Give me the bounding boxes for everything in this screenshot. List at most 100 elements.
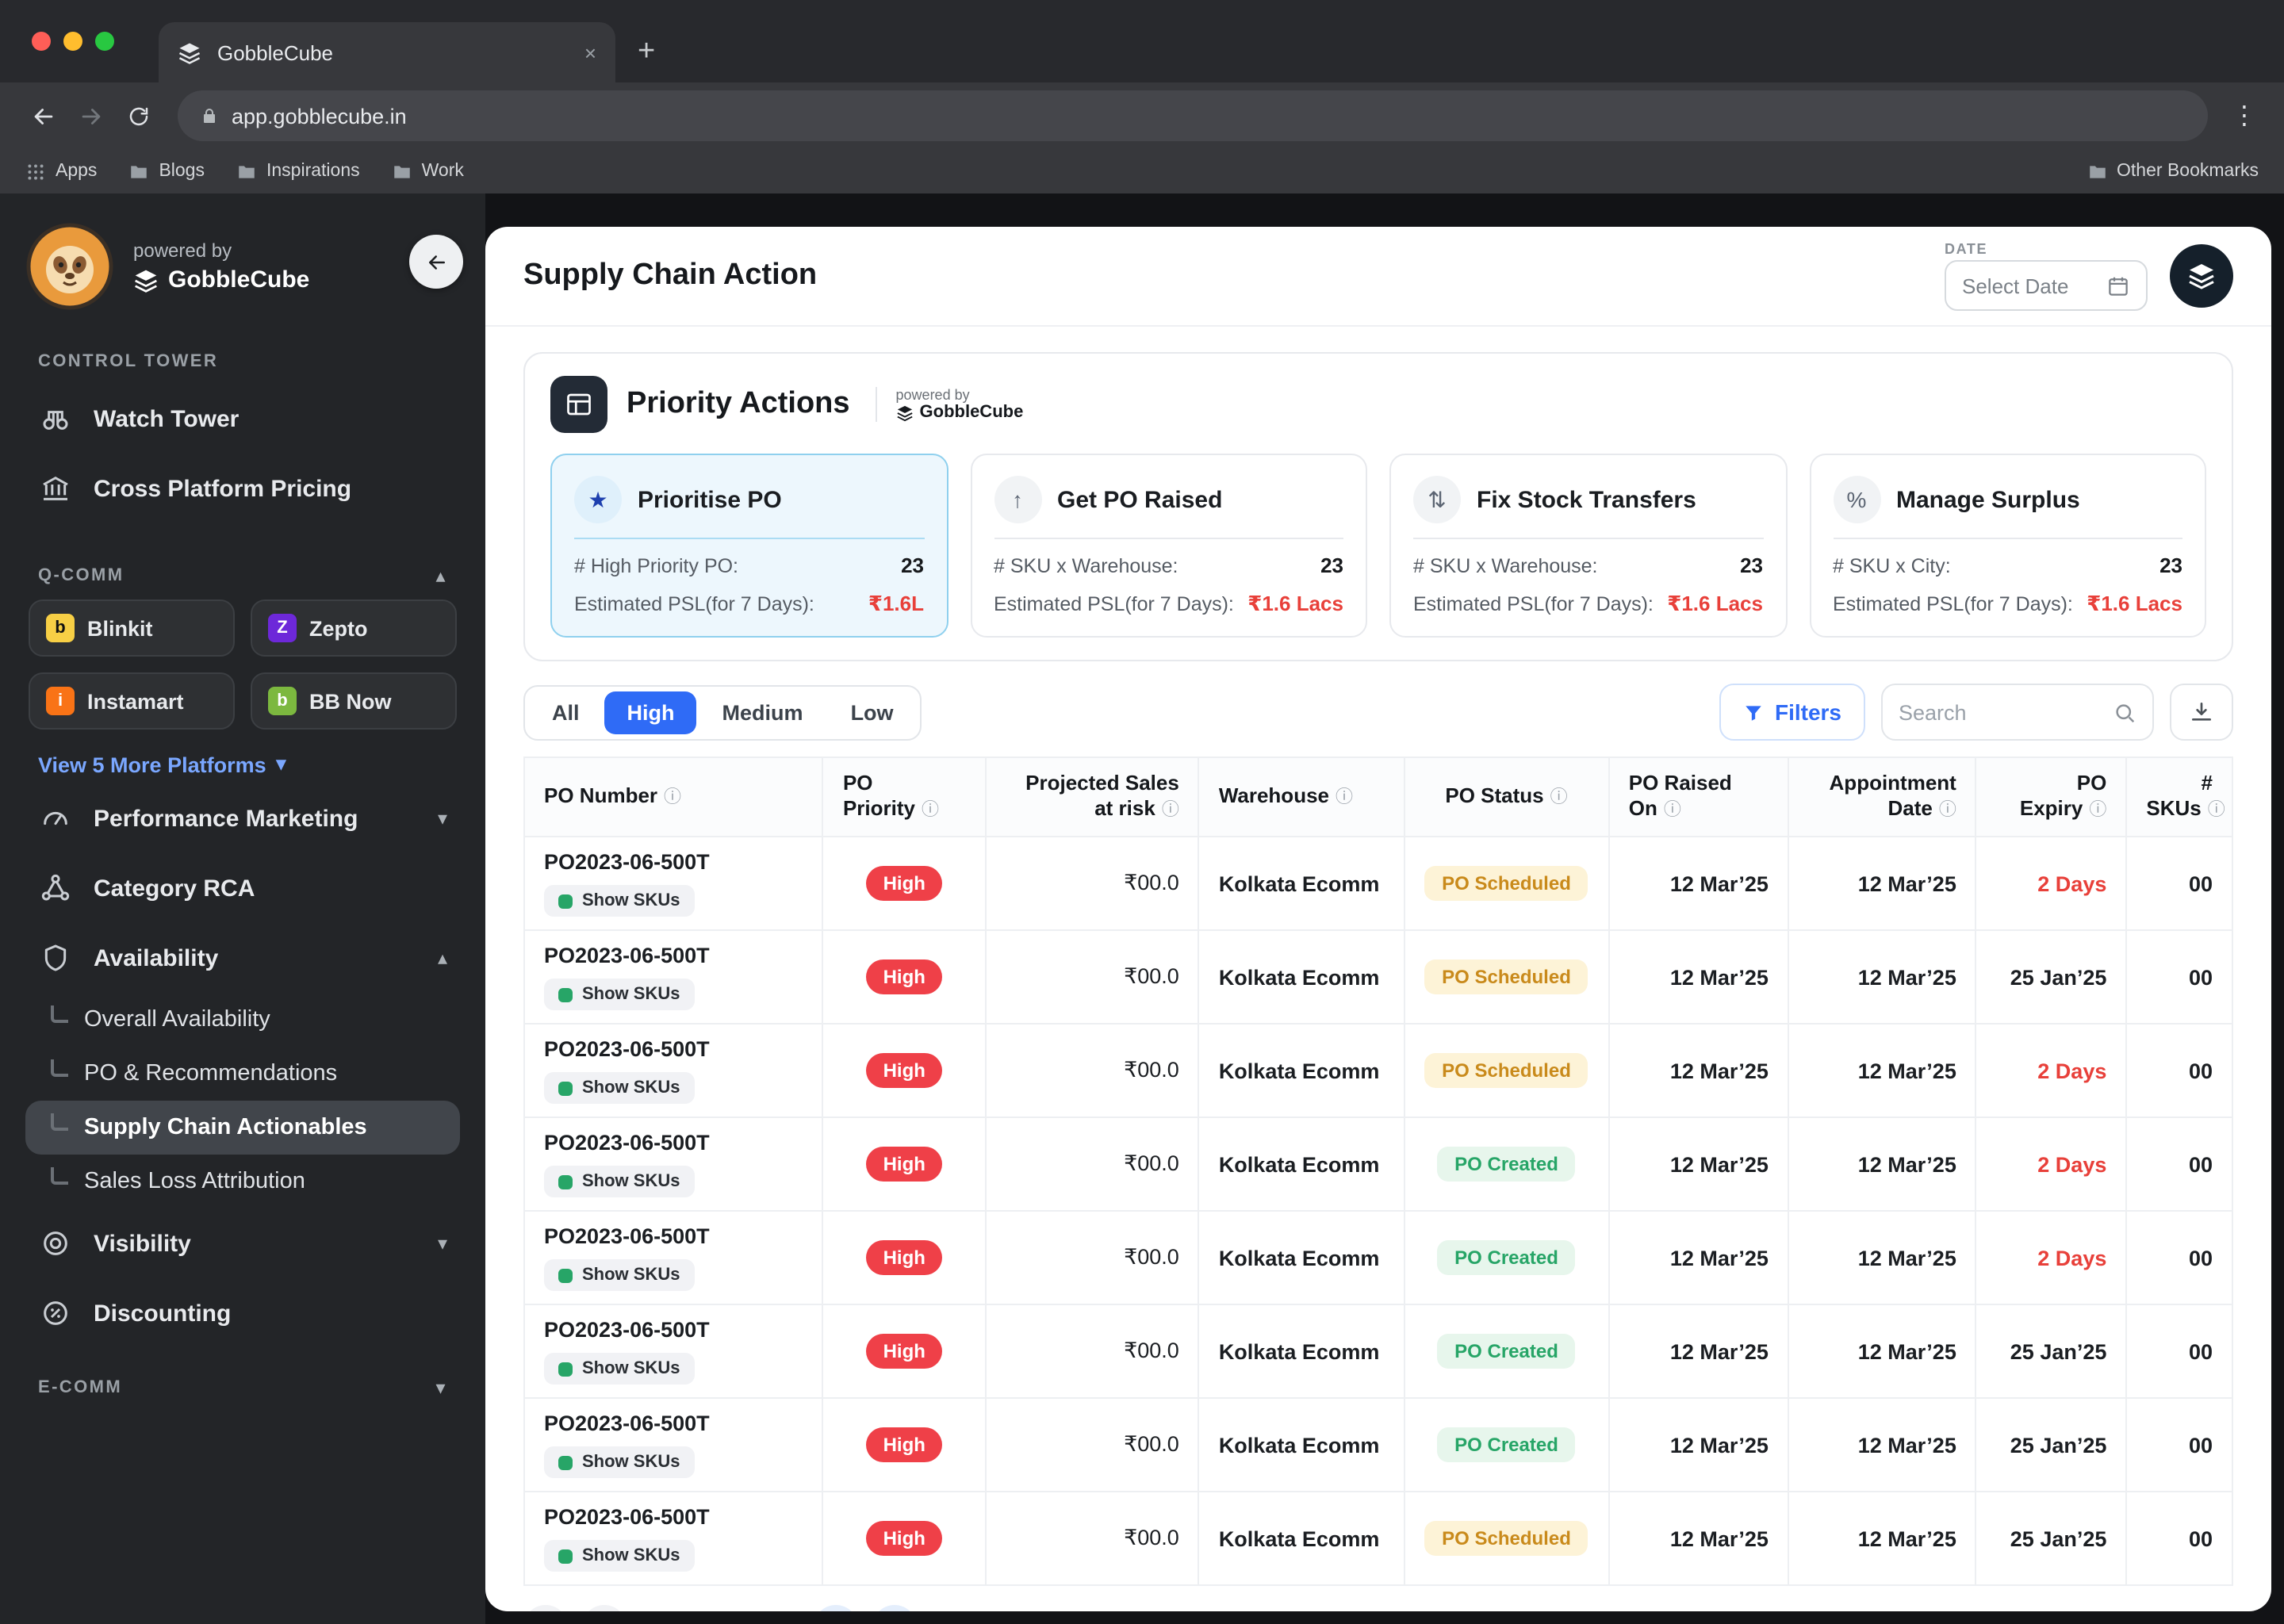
other-bookmarks[interactable]: Other Bookmarks bbox=[2087, 161, 2259, 182]
show-skus-button[interactable]: Show SKUs bbox=[544, 1353, 695, 1385]
date-picker-input[interactable]: Select Date bbox=[1945, 260, 2148, 311]
po-number: PO2023-06-500T bbox=[544, 1411, 710, 1435]
sidebar-item-category-rca[interactable]: Category RCA bbox=[25, 853, 460, 923]
platform-zepto[interactable]: Z Zepto bbox=[251, 599, 457, 657]
minimize-window-button[interactable] bbox=[63, 32, 82, 51]
priority-badge: High bbox=[865, 1334, 943, 1369]
sidebar-item-visibility[interactable]: Visibility ▾ bbox=[25, 1208, 460, 1278]
sidebar-item-po-recommendations[interactable]: PO & Recommendations bbox=[25, 1047, 460, 1101]
gobblecube-favicon-icon bbox=[178, 40, 201, 64]
tab-high[interactable]: High bbox=[604, 691, 697, 733]
sidebar-item-performance-marketing[interactable]: Performance Marketing ▾ bbox=[25, 783, 460, 853]
sloth-avatar bbox=[25, 222, 114, 311]
section-ecomm[interactable]: E-COMM ▾ bbox=[38, 1377, 447, 1399]
show-skus-button[interactable]: Show SKUs bbox=[544, 1540, 695, 1572]
show-skus-button[interactable]: Show SKUs bbox=[544, 1446, 695, 1478]
show-skus-button[interactable]: Show SKUs bbox=[544, 885, 695, 917]
sku-count: 00 bbox=[2125, 1304, 2233, 1399]
search-box[interactable] bbox=[1881, 684, 2154, 741]
brand-name: GobbleCube bbox=[919, 403, 1024, 422]
sidebar-item-cross-platform-pricing[interactable]: Cross Platform Pricing bbox=[25, 454, 460, 523]
browser-tab[interactable]: GobbleCube × bbox=[159, 22, 615, 82]
sku-icon bbox=[558, 1455, 573, 1469]
show-skus-button[interactable]: Show SKUs bbox=[544, 1166, 695, 1197]
tree-elbow-icon bbox=[51, 1113, 68, 1130]
gobblecube-fab-button[interactable] bbox=[2170, 244, 2233, 308]
projected-sales: ₹00.0 bbox=[984, 1304, 1200, 1399]
stat-label: Estimated PSL(for 7 Days): bbox=[1413, 593, 1654, 615]
bookmark-work[interactable]: Work bbox=[392, 161, 464, 182]
card-prioritise-po[interactable]: ★ Prioritise PO # High Priority PO: 23 Es… bbox=[550, 454, 948, 638]
stat-value: 23 bbox=[2159, 553, 2182, 577]
projected-sales: ₹00.0 bbox=[984, 1210, 1200, 1305]
show-skus-button[interactable]: Show SKUs bbox=[544, 979, 695, 1010]
close-window-button[interactable] bbox=[32, 32, 51, 51]
prev-page-button[interactable]: ‹ bbox=[582, 1605, 627, 1611]
info-icon[interactable]: ⓘ bbox=[1550, 788, 1568, 807]
sidebar-item-discounting[interactable]: Discounting bbox=[25, 1278, 460, 1348]
platform-blinkit[interactable]: b Blinkit bbox=[29, 599, 235, 657]
view-more-platforms-link[interactable]: View 5 More Platforms ▾ bbox=[38, 752, 447, 777]
forward-icon[interactable] bbox=[67, 92, 114, 140]
sidebar-item-supply-chain-actionables[interactable]: Supply Chain Actionables bbox=[25, 1101, 460, 1155]
sidebar-item-availability[interactable]: Availability ▴ bbox=[25, 923, 460, 993]
tab-medium[interactable]: Medium bbox=[700, 691, 826, 733]
po-number: PO2023-06-500T bbox=[544, 1224, 710, 1248]
po-raised-on: 12 Mar’25 bbox=[1608, 836, 1789, 931]
info-icon[interactable]: ⓘ bbox=[1336, 788, 1353, 807]
info-icon[interactable]: ⓘ bbox=[2089, 802, 2106, 821]
platform-instamart[interactable]: i Instamart bbox=[29, 672, 235, 730]
first-page-button[interactable]: « bbox=[523, 1605, 568, 1611]
bookmark-inspirations[interactable]: Inspirations bbox=[236, 161, 360, 182]
appointment-date: 12 Mar’25 bbox=[1787, 1116, 1977, 1212]
table-row: PO2023-06-500T Show SKUs High ₹00.0 Kolkata … bbox=[523, 1491, 2233, 1586]
section-qcomm[interactable]: Q-COMM ▴ bbox=[38, 565, 447, 587]
column-header: PO Status ⓘ bbox=[1403, 756, 1610, 837]
platform-bbnow[interactable]: b BB Now bbox=[251, 672, 457, 730]
show-skus-button[interactable]: Show SKUs bbox=[544, 1072, 695, 1104]
card-fix-stock-transfers[interactable]: ⇅ Fix Stock Transfers # SKU x Warehouse:… bbox=[1389, 454, 1787, 638]
bookmark-label: Apps bbox=[56, 162, 98, 181]
address-bar[interactable]: app.gobblecube.in bbox=[178, 90, 2208, 141]
last-page-button[interactable]: » bbox=[813, 1605, 858, 1611]
po-table-wrap: PO Number ⓘ PO Priority ⓘ Projected Sales at… bbox=[523, 756, 2233, 1586]
bookmark-blogs[interactable]: Blogs bbox=[128, 161, 205, 182]
sku-icon bbox=[558, 1081, 573, 1095]
info-icon[interactable]: ⓘ bbox=[922, 802, 939, 821]
sidebar-item-watch-tower[interactable]: Watch Tower bbox=[25, 384, 460, 454]
next-page-button[interactable]: › bbox=[872, 1605, 917, 1611]
appointment-date: 12 Mar’25 bbox=[1787, 1210, 1977, 1305]
maximize-window-button[interactable] bbox=[95, 32, 114, 51]
info-icon[interactable]: ⓘ bbox=[1162, 802, 1179, 821]
info-icon[interactable]: ⓘ bbox=[2208, 802, 2225, 821]
tab-low[interactable]: Low bbox=[829, 691, 916, 733]
info-icon[interactable]: ⓘ bbox=[664, 788, 681, 807]
powered-by-badge: powered by GobbleCube bbox=[875, 387, 1024, 422]
tab-all[interactable]: All bbox=[530, 691, 602, 733]
download-button[interactable] bbox=[2170, 684, 2233, 741]
status-badge: PO Scheduled bbox=[1424, 866, 1588, 901]
card-get-po-raised[interactable]: ↑ Get PO Raised # SKU x Warehouse: 23 Est… bbox=[970, 454, 1367, 638]
column-header: # SKUs ⓘ bbox=[2125, 756, 2233, 837]
refresh-icon[interactable] bbox=[114, 92, 162, 140]
apps-grid-icon bbox=[25, 161, 46, 182]
info-icon[interactable]: ⓘ bbox=[1939, 802, 1956, 821]
new-tab-button[interactable]: + bbox=[615, 22, 677, 82]
tab-close-icon[interactable]: × bbox=[584, 40, 596, 64]
show-skus-button[interactable]: Show SKUs bbox=[544, 1259, 695, 1291]
search-input[interactable] bbox=[1899, 700, 2113, 724]
card-manage-surplus[interactable]: % Manage Surplus # SKU x City: 23 Estimat… bbox=[1809, 454, 2206, 638]
sidebar: powered by GobbleCube CONTROL TOWER Watc… bbox=[0, 193, 485, 1624]
search-icon bbox=[2113, 700, 2136, 724]
bookmark-label: Inspirations bbox=[266, 162, 360, 181]
info-icon[interactable]: ⓘ bbox=[1664, 802, 1681, 821]
sidebar-item-sales-loss-attribution[interactable]: Sales Loss Attribution bbox=[25, 1155, 460, 1208]
bookmark-apps[interactable]: Apps bbox=[25, 161, 97, 182]
filters-button[interactable]: Filters bbox=[1719, 684, 1865, 741]
browser-menu-icon[interactable]: ⋮ bbox=[2224, 100, 2265, 132]
back-icon[interactable] bbox=[19, 92, 67, 140]
sidebar-item-overall-availability[interactable]: Overall Availability bbox=[25, 993, 460, 1047]
sku-icon bbox=[558, 987, 573, 1002]
collapse-sidebar-button[interactable] bbox=[409, 235, 463, 289]
warehouse: Kolkata Ecomm bbox=[1198, 1491, 1405, 1586]
